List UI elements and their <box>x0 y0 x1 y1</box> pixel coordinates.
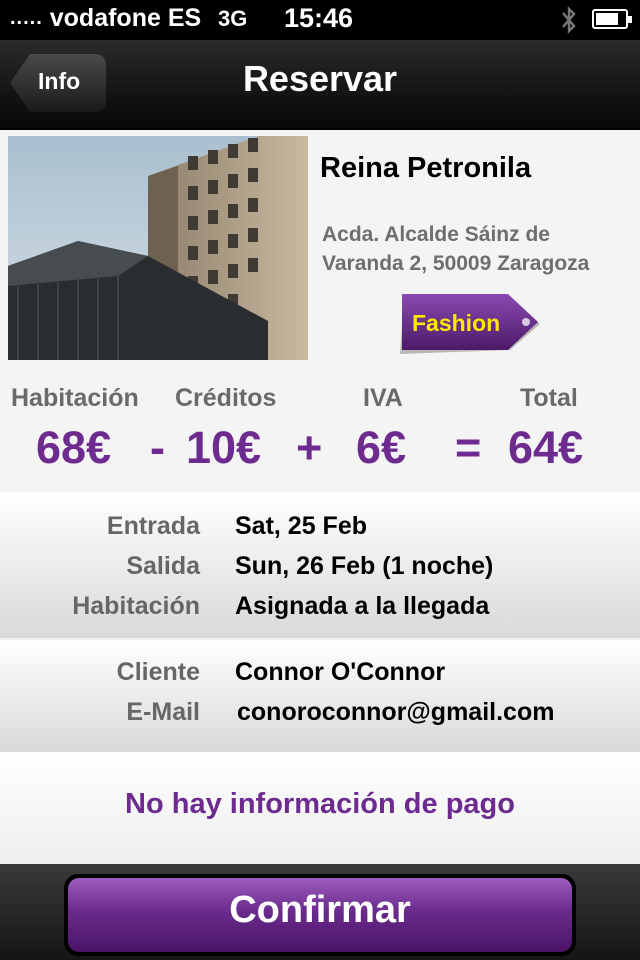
battery-icon <box>592 9 632 29</box>
checkin-label: Entrada <box>106 512 200 540</box>
page-title: Reservar <box>242 58 398 99</box>
hotel-summary: Reina Petronila Acda. Alcalde Sáinz de V… <box>0 130 640 492</box>
bluetooth-icon <box>562 5 576 35</box>
price-minus: - <box>150 422 165 473</box>
price-room: 68€ <box>36 422 112 473</box>
price-header-vat: IVA <box>363 384 403 412</box>
client-email-label: E-Mail <box>126 698 200 726</box>
category-tag: Fashion <box>398 292 546 358</box>
status-time: 15:46 <box>284 3 354 33</box>
payment-info: No hay información de pago <box>0 752 640 864</box>
price-credits: 10€ <box>186 422 262 473</box>
address-line-1: Acda. Alcalde Sáinz de <box>322 223 550 246</box>
checkout-label: Salida <box>126 552 200 580</box>
hotel-address: Acda. Alcalde Sáinz de Varanda 2, 50009 … <box>322 220 622 278</box>
network-type: 3G <box>218 6 248 31</box>
bottom-toolbar: Confirmar <box>0 864 640 960</box>
price-header-credits: Créditos <box>175 384 277 412</box>
carrier-name: vodafone ES <box>49 4 202 32</box>
price-header-total: Total <box>520 384 578 412</box>
client-details: Cliente Connor O'Connor E-Mail conorocon… <box>0 640 640 752</box>
price-total: 64€ <box>508 422 584 473</box>
client-name-value: Connor O'Connor <box>235 658 446 686</box>
confirm-button[interactable]: Confirmar <box>64 874 576 956</box>
status-bar: ..... vodafone ES 3G 15:46 <box>0 0 640 40</box>
room-label: Habitación <box>72 592 200 620</box>
signal-strength-icon: ..... <box>10 7 43 29</box>
hotel-name: Reina Petronila <box>320 152 532 184</box>
price-equals: = <box>455 422 482 473</box>
confirm-button-label: Confirmar <box>229 889 411 931</box>
checkin-value: Sat, 25 Feb <box>235 512 367 540</box>
checkout-value: Sun, 26 Feb (1 noche) <box>235 552 494 580</box>
hotel-photo <box>8 136 308 360</box>
category-tag-label: Fashion <box>412 310 501 336</box>
navigation-bar: Info Reservar <box>0 40 640 130</box>
booking-details: Entrada Sat, 25 Feb Salida Sun, 26 Feb (… <box>0 492 640 638</box>
payment-info-message[interactable]: No hay información de pago <box>0 788 640 821</box>
price-header-room: Habitación <box>11 384 139 412</box>
price-plus: + <box>296 422 323 473</box>
client-email-value: conoroconnor@gmail.com <box>237 698 555 726</box>
client-name-label: Cliente <box>116 658 200 686</box>
carrier-label: ..... vodafone ES <box>10 4 201 33</box>
price-vat: 6€ <box>356 422 407 473</box>
room-value: Asignada a la llegada <box>235 592 490 620</box>
address-line-2: Varanda 2, 50009 Zaragoza <box>322 252 590 275</box>
